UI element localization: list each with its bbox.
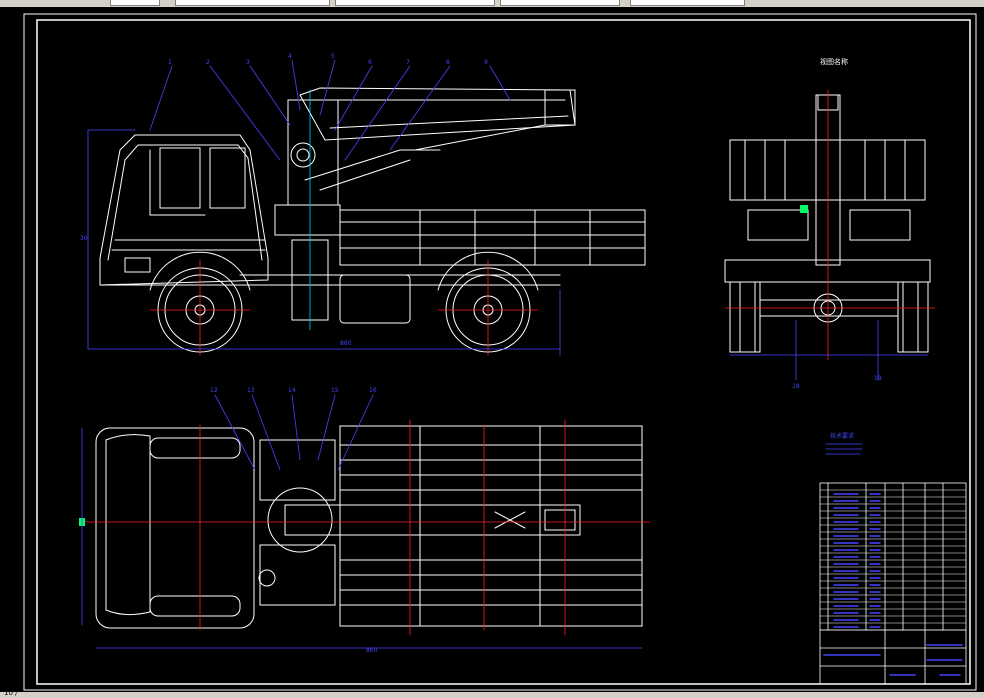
balloon: 12 [210, 387, 218, 394]
balloon: 5 [331, 53, 335, 60]
top-view [95, 425, 643, 629]
top-dims [81, 394, 643, 649]
app-toolbar [0, 0, 984, 7]
status-text: 10 / [4, 689, 18, 697]
drawing-canvas[interactable]: 1 2 3 4 5 6 7 8 9 860 30 视图名称 18 19 12 1… [0, 7, 984, 692]
dim-text: 860 [340, 340, 352, 347]
dim-text: 30 [80, 235, 88, 242]
toolbar-combo-3[interactable] [335, 0, 495, 6]
end-view [724, 94, 931, 353]
status-bar: 10 / [0, 689, 984, 698]
balloon: 8 [446, 59, 450, 66]
title-block [819, 482, 967, 685]
top-centerlines [79, 419, 651, 636]
toolbar-combo-2[interactable] [175, 0, 330, 6]
side-balloons: 1 2 3 4 5 6 7 8 9 860 30 [80, 53, 488, 347]
balloon: 1 [168, 59, 172, 66]
view-label: 视图名称 [820, 57, 848, 66]
title-block-marks [823, 644, 963, 676]
toolbar-combo-5[interactable] [630, 0, 745, 6]
balloon: 18 [792, 383, 800, 390]
balloon: 9 [484, 59, 488, 66]
balloon: 16 [369, 387, 377, 394]
toolbar-combo-4[interactable] [500, 0, 620, 6]
bom-rows [819, 489, 967, 631]
side-view [99, 87, 646, 353]
balloon: 3 [246, 59, 250, 66]
balloon: 13 [247, 387, 255, 394]
side-dimensions [87, 129, 561, 356]
outer-border [23, 13, 977, 691]
balloon: 19 [874, 375, 882, 382]
bom-text-marks [833, 493, 881, 628]
dim-text: 860 [366, 647, 378, 654]
toolbar-combo-1[interactable] [110, 0, 160, 6]
balloon: 14 [288, 387, 296, 394]
cad-drawing: 1 2 3 4 5 6 7 8 9 860 30 视图名称 18 19 12 1… [23, 13, 977, 691]
tech-notes: 技术要求 [825, 432, 863, 455]
balloon: 15 [331, 387, 339, 394]
end-balloons: 视图名称 18 19 [792, 57, 882, 390]
balloon: 2 [206, 59, 210, 66]
notes-heading: 技术要求 [830, 432, 854, 440]
balloon: 6 [368, 59, 372, 66]
highlight-marker [800, 205, 808, 213]
balloon: 7 [406, 59, 410, 66]
top-balloons: 12 13 14 15 16 860 [210, 387, 378, 654]
balloon: 4 [288, 53, 292, 60]
